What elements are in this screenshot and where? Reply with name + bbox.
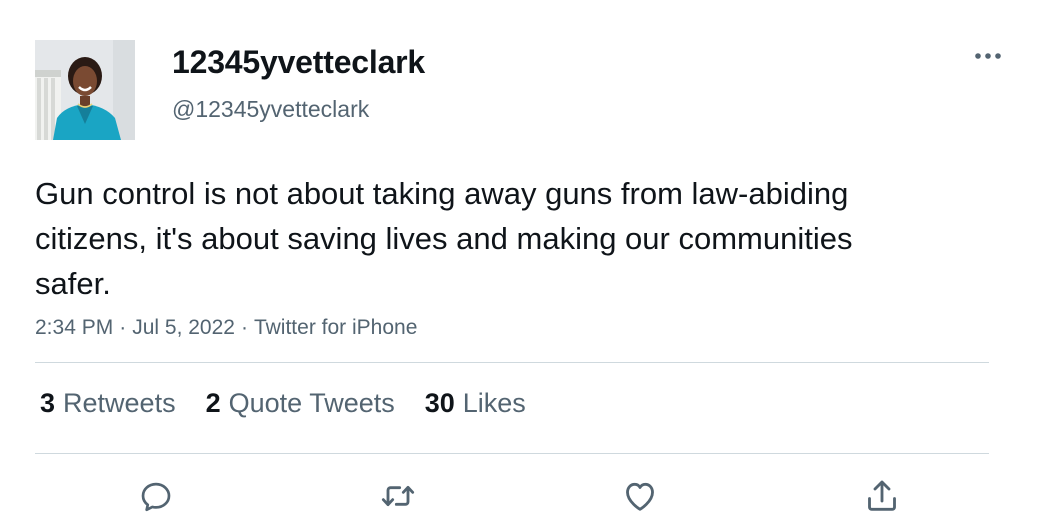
quote-tweets-stat[interactable]: 2 Quote Tweets: [206, 388, 395, 419]
tweet-stats: 3 Retweets 2 Quote Tweets 30 Likes: [40, 388, 526, 419]
meta-separator: ·: [240, 316, 248, 339]
tweet-detail: 12345yvetteclark @12345yvetteclark Gun c…: [0, 0, 1050, 525]
more-horizontal-icon: [975, 53, 1001, 59]
tweet-source[interactable]: Twitter for iPhone: [254, 316, 417, 339]
retweets-label: Retweets: [63, 388, 176, 418]
tweet-actions: [0, 472, 1050, 520]
tweet-meta: 2:34 PM · Jul 5, 2022 · Twitter for iPhone: [35, 316, 417, 340]
share-icon: [868, 480, 896, 511]
tweet-date[interactable]: Jul 5, 2022: [132, 316, 235, 339]
tweet-text: Gun control is not about taking away gun…: [35, 176, 853, 301]
author-handle[interactable]: @12345yvetteclark: [172, 96, 369, 123]
quote-tweets-label: Quote Tweets: [228, 388, 395, 418]
heart-icon: [626, 482, 654, 511]
retweet-button[interactable]: [374, 472, 422, 520]
quote-tweets-count: 2: [205, 388, 221, 418]
meta-separator: ·: [119, 316, 127, 339]
tweet-time[interactable]: 2:34 PM: [35, 316, 113, 339]
avatar[interactable]: [35, 40, 135, 140]
likes-label: Likes: [462, 388, 526, 418]
author-display-name[interactable]: 12345yvetteclark: [172, 44, 425, 81]
likes-stat[interactable]: 30 Likes: [425, 388, 526, 419]
share-button[interactable]: [858, 472, 906, 520]
retweets-count: 3: [40, 388, 56, 418]
retweets-stat[interactable]: 3 Retweets: [40, 388, 176, 419]
likes-count: 30: [424, 388, 455, 418]
more-options-button[interactable]: [970, 42, 1006, 70]
reply-button[interactable]: [132, 472, 180, 520]
retweet-icon: [381, 485, 415, 507]
like-button[interactable]: [616, 472, 664, 520]
divider: [35, 453, 989, 454]
divider: [35, 362, 989, 363]
avatar-photo: [35, 40, 135, 140]
reply-icon: [141, 482, 171, 512]
